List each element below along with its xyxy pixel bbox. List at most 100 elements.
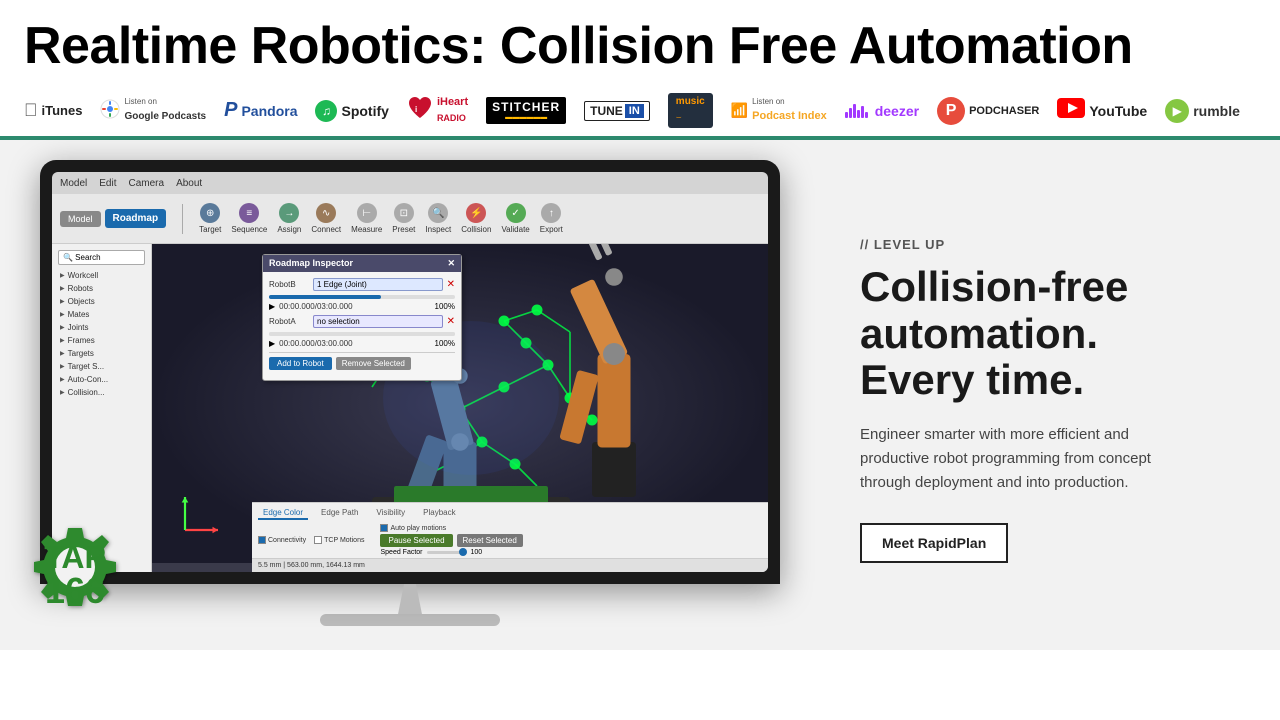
speed-control: Speed Factor 100: [380, 549, 522, 556]
platform-deezer[interactable]: deezer: [845, 103, 919, 119]
platform-podchaser[interactable]: P PODCHASER: [937, 97, 1039, 125]
monitor-base: [320, 614, 500, 626]
inspector-close-icon[interactable]: ✕: [447, 258, 455, 269]
sidebar-search-input[interactable]: 🔍 Search: [58, 250, 145, 265]
toolbar-sequence[interactable]: ≡ Sequence: [231, 203, 267, 234]
toolbar-target[interactable]: ⊕ Target: [199, 203, 221, 234]
podcast-index-listen-label: Listen on: [752, 97, 827, 106]
platform-rumble[interactable]: ▶ rumble: [1165, 99, 1240, 123]
toolbar-preset[interactable]: ⊡ Preset: [392, 203, 415, 234]
podcast-index-wave-icon: 📶: [731, 102, 748, 119]
playback-section: Auto play motions Pause Selected Reset S…: [380, 524, 522, 556]
tab-edge-color[interactable]: Edge Color: [258, 507, 308, 520]
sidebar-auto-con[interactable]: Auto-Con...: [58, 373, 145, 386]
iheart-label: iHeart: [437, 96, 468, 108]
platforms-bar:  iTunes Listen on Google Podcasts: [0, 85, 1280, 140]
platform-stitcher[interactable]: STITCHER ▬▬▬▬▬▬: [486, 97, 566, 124]
toolbar-export[interactable]: ↑ Export: [540, 203, 563, 234]
robot-b-input[interactable]: 1 Edge (Joint): [313, 278, 443, 291]
sidebar-objects[interactable]: Objects: [58, 295, 145, 308]
headline-line3: Every time.: [860, 356, 1084, 403]
speed-slider[interactable]: [427, 551, 467, 554]
sidebar-frames[interactable]: Frames: [58, 334, 145, 347]
toolbar-inspect[interactable]: 🔍 Inspect: [425, 203, 451, 234]
youtube-icon: [1057, 98, 1085, 123]
tab-roadmap[interactable]: Roadmap: [105, 209, 167, 228]
time2-percent: 100%: [435, 339, 455, 348]
deezer-label: deezer: [875, 103, 919, 119]
toolbar-connect[interactable]: ∿ Connect: [311, 203, 341, 234]
headline-line2: automation.: [860, 310, 1098, 357]
spotify-icon: ♫: [315, 100, 337, 122]
tap-badge: TAP 166: [20, 520, 130, 630]
robot-a-label: RobotA: [269, 317, 309, 326]
platform-iheart[interactable]: i iHeart RADIO: [407, 96, 468, 126]
menu-camera[interactable]: Camera: [128, 178, 164, 189]
deezer-bars-icon: [845, 104, 868, 118]
toolbar-validate[interactable]: ✓ Validate: [501, 203, 529, 234]
sidebar-robots[interactable]: Robots: [58, 282, 145, 295]
sidebar-workcell[interactable]: Workcell: [58, 269, 145, 282]
meet-rapidplan-button[interactable]: Meet RapidPlan: [860, 523, 1008, 563]
pause-selected-btn[interactable]: Pause Selected: [380, 534, 452, 547]
toolbar-assign[interactable]: → Assign: [277, 203, 301, 234]
platform-amazon-music[interactable]: music ⌣: [668, 93, 713, 128]
platform-tunein[interactable]: TUNE IN: [584, 101, 650, 121]
platform-itunes[interactable]:  iTunes: [24, 100, 82, 121]
robot-b-clear-icon[interactable]: ✕: [447, 279, 455, 290]
apple-icon: : [24, 100, 38, 121]
google-podcasts-listen-label: Listen on: [124, 98, 206, 106]
tab-visibility[interactable]: Visibility: [371, 507, 410, 520]
menu-edit[interactable]: Edit: [99, 178, 116, 189]
platform-google-podcasts[interactable]: Listen on Google Podcasts: [100, 98, 206, 124]
podcast-index-label: Podcast Index: [752, 110, 827, 122]
tab-playback[interactable]: Playback: [418, 507, 460, 520]
action-buttons: Add to Robot Remove Selected: [269, 357, 455, 370]
software-menubar: Model Edit Camera About: [52, 172, 768, 194]
sidebar-joints[interactable]: Joints: [58, 321, 145, 334]
toolbar-collision[interactable]: ⚡ Collision: [461, 203, 491, 234]
add-to-robot-btn[interactable]: Add to Robot: [269, 357, 332, 370]
level-up-tag: // LEVEL UP: [860, 237, 1250, 252]
time-display: 00:00.000/03:00.000: [279, 302, 352, 311]
page-wrapper: Realtime Robotics: Collision Free Automa…: [0, 0, 1280, 720]
robot-a-select[interactable]: no selection: [313, 315, 443, 328]
tcp-motions-checkbox[interactable]: TCP Motions: [314, 536, 364, 544]
platform-podcast-index[interactable]: 📶 Listen on Podcast Index: [731, 97, 827, 124]
svg-text:i: i: [415, 105, 417, 114]
amazon-smile-icon: ⌣: [676, 112, 682, 122]
robot-b-progress: [269, 295, 455, 299]
platform-youtube[interactable]: YouTube: [1057, 98, 1147, 123]
sidebar-targets[interactable]: Targets: [58, 347, 145, 360]
menu-about[interactable]: About: [176, 178, 202, 189]
bottom-tabs: Edge Color Edge Path Visibility Playback: [258, 507, 762, 520]
platform-spotify[interactable]: ♫ Spotify: [315, 100, 388, 122]
play-icon[interactable]: ▶: [269, 302, 275, 311]
speed-thumb: [459, 548, 467, 556]
robot-a-clear-icon[interactable]: ✕: [447, 316, 455, 327]
software-ui: Model Edit Camera About Model Roadmap: [52, 172, 768, 572]
sidebar-target-s[interactable]: Target S...: [58, 360, 145, 373]
menu-model[interactable]: Model: [60, 178, 87, 189]
rumble-label: rumble: [1193, 103, 1240, 119]
connectivity-checkbox[interactable]: Connectivity: [258, 536, 306, 544]
remove-selected-btn[interactable]: Remove Selected: [336, 357, 411, 370]
sidebar-mates[interactable]: Mates: [58, 308, 145, 321]
main-headline: Collision-free automation. Every time.: [860, 264, 1250, 403]
inspector-time2-row: ▶ 00:00.000/03:00.000 100%: [269, 339, 455, 348]
inspector-robot-b-row: RobotB 1 Edge (Joint) ✕: [269, 278, 455, 291]
tcp-check-icon: [314, 536, 322, 544]
monitor-screen: Model Edit Camera About Model Roadmap: [52, 172, 768, 572]
robot-a-progress: [269, 332, 455, 336]
tab-edge-path[interactable]: Edge Path: [316, 507, 363, 520]
inspector-robot-a-row: RobotA no selection ✕: [269, 315, 455, 328]
reset-selected-btn[interactable]: Reset Selected: [457, 534, 523, 547]
sidebar-collision[interactable]: Collision...: [58, 386, 145, 399]
autoplay-checkbox[interactable]: Auto play motions: [380, 524, 522, 532]
tab-model[interactable]: Model: [60, 211, 101, 227]
pandora-icon: P: [224, 99, 237, 122]
platform-pandora[interactable]: P Pandora: [224, 99, 297, 122]
play2-icon[interactable]: ▶: [269, 339, 275, 348]
toolbar-measure[interactable]: ⊢ Measure: [351, 203, 382, 234]
inspector-panel: Roadmap Inspector ✕ RobotB 1 Edge (Joint…: [262, 254, 462, 381]
